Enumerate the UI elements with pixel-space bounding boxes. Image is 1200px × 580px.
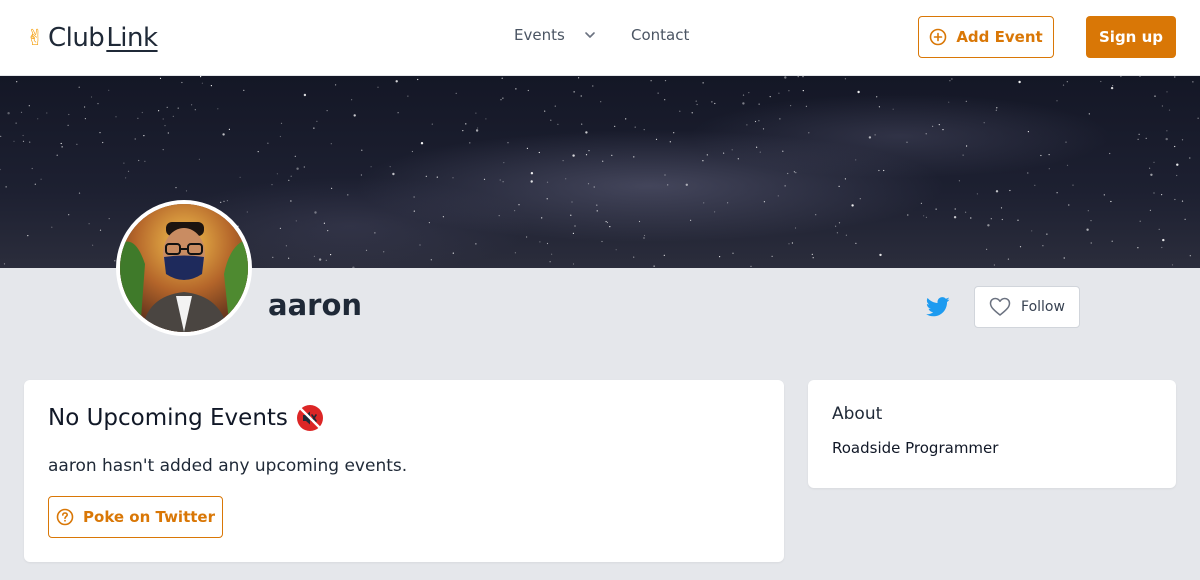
clublink-logo[interactable]: ✌ Club Link <box>26 20 158 56</box>
heart-icon <box>989 297 1011 316</box>
plus-circle-icon <box>930 28 947 46</box>
logo-text-link: Link <box>106 23 158 53</box>
add-event-button[interactable]: Add Event <box>918 16 1054 58</box>
question-circle-icon <box>56 508 74 526</box>
muted-speaker-icon <box>296 405 323 431</box>
no-events-message: aaron hasn't added any upcoming events. <box>48 456 408 476</box>
profile-username: aaron <box>268 288 363 322</box>
about-bio: Roadside Programmer <box>832 439 999 457</box>
nav-events-dropdown[interactable]: Events <box>514 26 597 44</box>
events-title-text: No Upcoming Events <box>48 405 288 431</box>
about-card: About Roadside Programmer <box>808 380 1176 488</box>
sign-up-label: Sign up <box>1099 28 1163 46</box>
upcoming-events-card: No Upcoming Events aaron hasn't added an… <box>24 380 784 562</box>
events-heading: No Upcoming Events <box>48 404 324 432</box>
about-heading: About <box>832 404 883 424</box>
nav-events-label: Events <box>514 26 565 44</box>
poke-label: Poke on Twitter <box>83 508 215 526</box>
logo-text-club: Club <box>47 23 105 53</box>
chevron-down-icon <box>584 32 595 38</box>
add-event-label: Add Event <box>956 28 1043 46</box>
follow-label: Follow <box>1021 299 1065 315</box>
nav-contact-label: Contact <box>631 26 690 44</box>
twitter-icon[interactable] <box>926 296 950 318</box>
victory-hand-icon: ✌ <box>26 25 44 51</box>
nav-contact-link[interactable]: Contact <box>631 26 689 44</box>
top-navbar: ✌ Club Link Events Contact Add Event Sign… <box>0 0 1200 76</box>
poke-on-twitter-button[interactable]: Poke on Twitter <box>48 496 223 538</box>
user-photo-image <box>120 204 248 332</box>
avatar <box>116 200 252 336</box>
sign-up-button[interactable]: Sign up <box>1086 16 1176 58</box>
follow-button[interactable]: Follow <box>974 286 1080 328</box>
